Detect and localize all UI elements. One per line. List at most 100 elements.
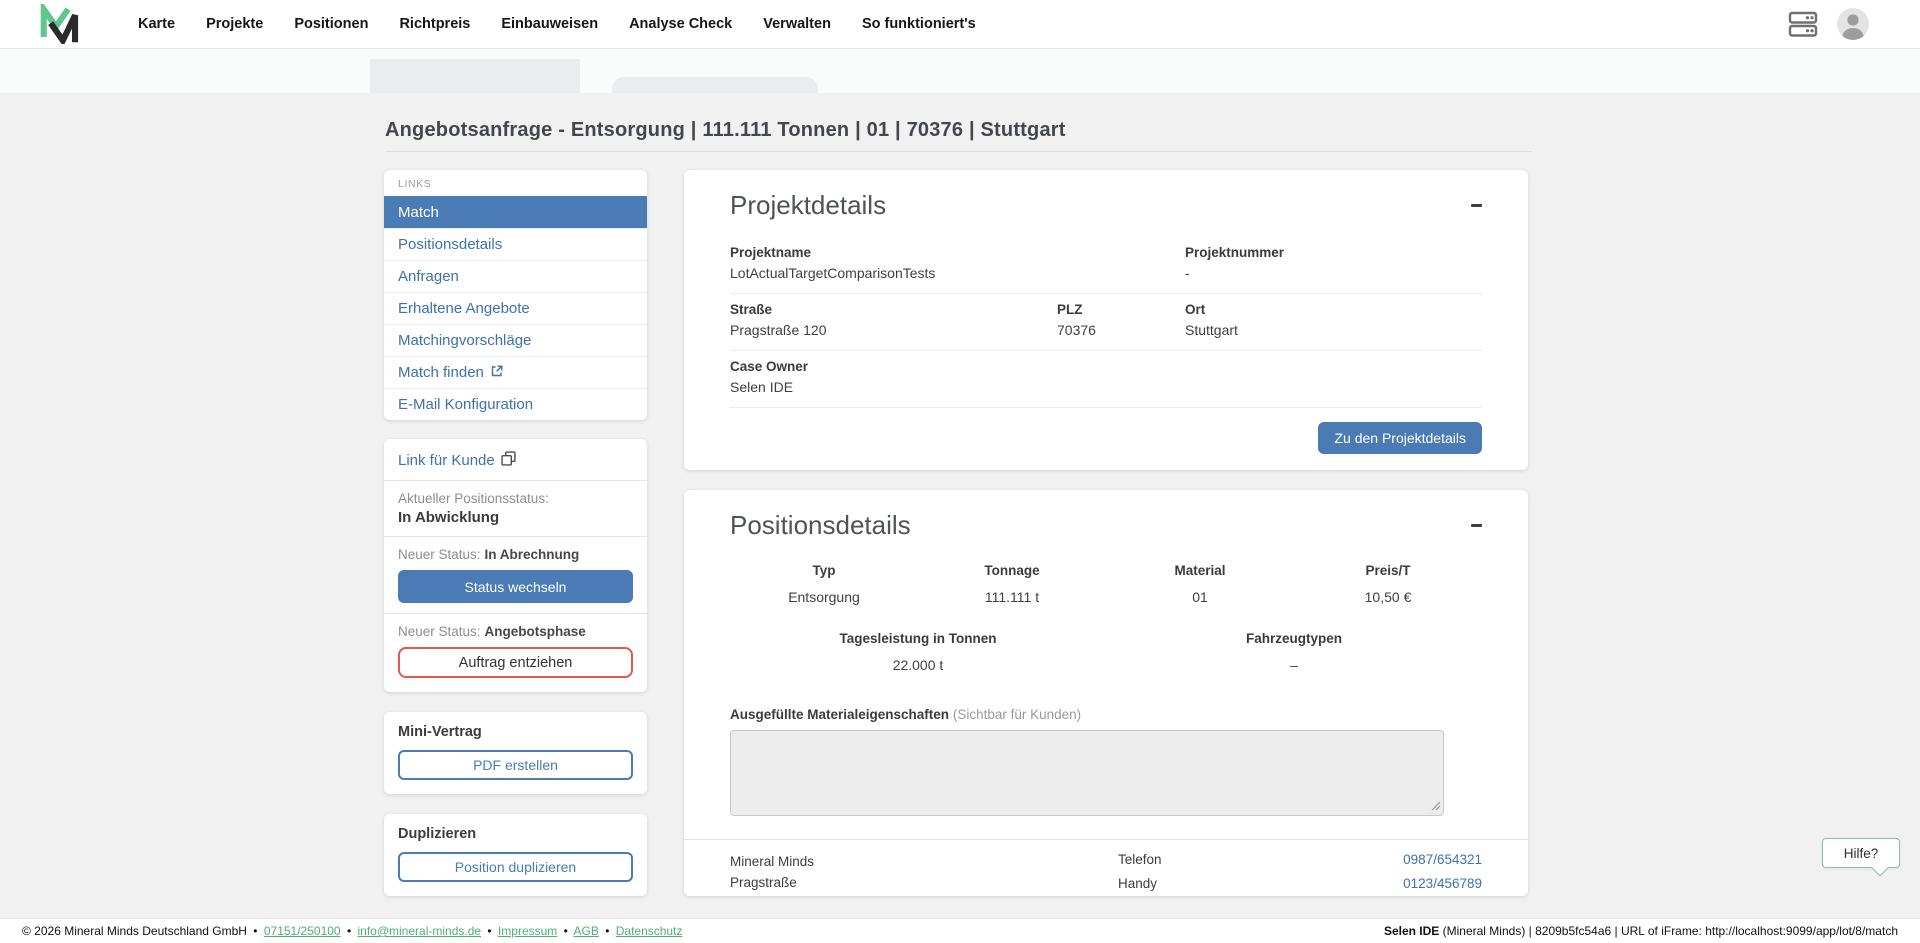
sidebar-item-match[interactable]: Match bbox=[384, 196, 647, 228]
nav-verwalten[interactable]: Verwalten bbox=[763, 16, 831, 32]
background-band bbox=[0, 49, 1920, 93]
status-card: Link für Kunde Aktueller Positionsstatus… bbox=[384, 439, 647, 692]
footer-left: © 2026 Mineral Minds Deutschland GmbH • … bbox=[22, 924, 682, 938]
material-label: Material bbox=[1106, 563, 1294, 578]
plz-label: PLZ bbox=[1057, 302, 1185, 317]
footer-agb-link[interactable]: AGB bbox=[574, 924, 599, 938]
nav-positionen[interactable]: Positionen bbox=[294, 16, 368, 32]
case-owner-value: Selen IDE bbox=[730, 379, 1057, 395]
positionsdetails-title: Positionsdetails bbox=[730, 510, 911, 541]
mini-vertrag-title: Mini-Vertrag bbox=[398, 724, 633, 740]
sidebar-item-erhaltene-angebote[interactable]: Erhaltene Angebote bbox=[384, 292, 647, 324]
footer-bar: © 2026 Mineral Minds Deutschland GmbH • … bbox=[0, 918, 1920, 943]
duplizieren-card: Duplizieren Position duplizieren bbox=[384, 814, 647, 896]
footer-email-link[interactable]: info@mineral-minds.de bbox=[357, 924, 481, 938]
divider bbox=[384, 480, 647, 481]
main-content: Projektdetails Projektname LotActualTarg… bbox=[684, 170, 1528, 896]
new-status-prefix: Neuer Status: bbox=[398, 624, 481, 639]
projektnummer-value: - bbox=[1185, 265, 1482, 281]
nav-einbauweisen[interactable]: Einbauweisen bbox=[501, 16, 598, 32]
nav-analyse-check[interactable]: Analyse Check bbox=[629, 16, 732, 32]
typ-value: Entsorgung bbox=[730, 589, 918, 605]
mineral-minds-logo-icon[interactable] bbox=[38, 4, 86, 44]
skeleton-tab-placeholder bbox=[612, 77, 818, 93]
strasse-label: Straße bbox=[730, 302, 1057, 317]
customer-link-label: Link für Kunde bbox=[398, 452, 495, 469]
positionsdetails-card: Positionsdetails Typ Tonnage Material Pr… bbox=[684, 490, 1528, 896]
case-owner-row: Case Owner Selen IDE bbox=[730, 351, 1482, 408]
sidebar-item-email-konfiguration[interactable]: E-Mail Konfiguration bbox=[384, 388, 647, 420]
footer-separator: • bbox=[250, 924, 260, 938]
new-status-line: Neuer Status: In Abrechnung bbox=[398, 547, 633, 562]
divider bbox=[384, 536, 647, 537]
sidebar-item-positionsdetails[interactable]: Positionsdetails bbox=[384, 228, 647, 260]
ort-label: Ort bbox=[1185, 302, 1482, 317]
new-status-value: In Abrechnung bbox=[485, 547, 580, 562]
current-status-label: Aktueller Positionsstatus: bbox=[398, 491, 629, 506]
change-status-button[interactable]: Status wechseln bbox=[398, 570, 633, 603]
external-link-icon bbox=[491, 364, 503, 381]
projektname-value: LotActualTargetComparisonTests bbox=[730, 265, 1057, 281]
collapse-section-icon[interactable] bbox=[1471, 204, 1482, 207]
footer-impressum-link[interactable]: Impressum bbox=[498, 924, 557, 938]
material-value: 01 bbox=[1106, 589, 1294, 605]
ort-value: Stuttgart bbox=[1185, 322, 1482, 338]
withdraw-order-button[interactable]: Auftrag entziehen bbox=[398, 647, 633, 678]
nav-richtpreis[interactable]: Richtpreis bbox=[399, 16, 470, 32]
fahrzeugtypen-value: – bbox=[1106, 657, 1482, 673]
sidebar-item-label: Match finden bbox=[398, 364, 484, 381]
create-pdf-button[interactable]: PDF erstellen bbox=[398, 750, 633, 780]
sidebar-item-anfragen[interactable]: Anfragen bbox=[384, 260, 647, 292]
to-project-details-button[interactable]: Zu den Projektdetails bbox=[1318, 422, 1482, 454]
tagesleistung-label: Tagesleistung in Tonnen bbox=[730, 631, 1106, 646]
footer-user-name: Selen IDE bbox=[1384, 924, 1439, 938]
handy-label: Handy bbox=[1118, 876, 1403, 891]
footer-session-details: (Mineral Minds) | 8209b5fc54a6 | URL of … bbox=[1439, 924, 1898, 938]
duplicate-position-button[interactable]: Position duplizieren bbox=[398, 852, 633, 882]
material-properties-textarea[interactable] bbox=[730, 730, 1444, 816]
telefon-number-link[interactable]: 0987/654321 bbox=[1403, 852, 1482, 867]
current-status-value: In Abwicklung bbox=[398, 509, 633, 526]
collapse-section-icon[interactable] bbox=[1471, 524, 1482, 527]
title-divider bbox=[385, 151, 1532, 152]
copy-icon bbox=[501, 451, 516, 470]
handy-number-link[interactable]: 0123/456789 bbox=[1403, 876, 1482, 891]
material-properties-label: Ausgefüllte Materialeigenschaften (Sicht… bbox=[730, 707, 1482, 722]
contact-city: 70376 Stuttgart bbox=[730, 893, 1118, 896]
sidebar-item-matchingvorschlaege[interactable]: Matchingvorschläge bbox=[384, 324, 647, 356]
projektdetails-card: Projektdetails Projektname LotActualTarg… bbox=[684, 170, 1528, 470]
main-nav: Karte Projekte Positionen Richtpreis Ein… bbox=[138, 16, 976, 32]
footer-separator: • bbox=[484, 924, 494, 938]
typ-label: Typ bbox=[730, 563, 918, 578]
skeleton-placeholder-block bbox=[370, 59, 580, 93]
contact-street: Pragstraße bbox=[730, 873, 1118, 894]
server-rack-icon[interactable] bbox=[1786, 7, 1820, 41]
telefon-label: Telefon bbox=[1118, 852, 1403, 867]
footer-phone-link[interactable]: 07151/250100 bbox=[264, 924, 341, 938]
material-properties-hint: (Sichtbar für Kunden) bbox=[953, 707, 1081, 722]
projektnummer-label: Projektnummer bbox=[1185, 245, 1482, 260]
address-row: Straße Pragstraße 120 PLZ 70376 Ort Stut… bbox=[730, 294, 1482, 351]
footer-datenschutz-link[interactable]: Datenschutz bbox=[616, 924, 683, 938]
top-navigation-bar: Karte Projekte Positionen Richtpreis Ein… bbox=[0, 0, 1920, 49]
nav-so-funktionierts[interactable]: So funktioniert's bbox=[862, 16, 976, 32]
tonnage-value: 111.111 t bbox=[918, 589, 1106, 605]
strasse-value: Pragstraße 120 bbox=[730, 322, 1057, 338]
help-button[interactable]: Hilfe? bbox=[1822, 838, 1900, 868]
nav-karte[interactable]: Karte bbox=[138, 16, 175, 32]
nav-projekte[interactable]: Projekte bbox=[206, 16, 263, 32]
case-owner-label: Case Owner bbox=[730, 359, 1057, 374]
plz-value: 70376 bbox=[1057, 322, 1185, 338]
new-status-prefix: Neuer Status: bbox=[398, 547, 481, 562]
page-title: Angebotsanfrage - Entsorgung | 111.111 T… bbox=[385, 119, 1066, 142]
user-avatar-icon[interactable] bbox=[1836, 7, 1870, 41]
sidebar: LINKS Match Positionsdetails Anfragen Er… bbox=[384, 170, 647, 943]
sidebar-item-match-finden[interactable]: Match finden bbox=[384, 356, 647, 388]
footer-separator: • bbox=[344, 924, 354, 938]
new-status-line: Neuer Status:Angebotsphase bbox=[398, 624, 633, 639]
fahrzeugtypen-label: Fahrzeugtypen bbox=[1106, 631, 1482, 646]
mini-vertrag-card: Mini-Vertrag PDF erstellen bbox=[384, 712, 647, 794]
preis-value: 10,50 € bbox=[1294, 589, 1482, 605]
material-properties-label-text: Ausgefüllte Materialeigenschaften bbox=[730, 707, 949, 722]
customer-link[interactable]: Link für Kunde bbox=[398, 451, 516, 470]
